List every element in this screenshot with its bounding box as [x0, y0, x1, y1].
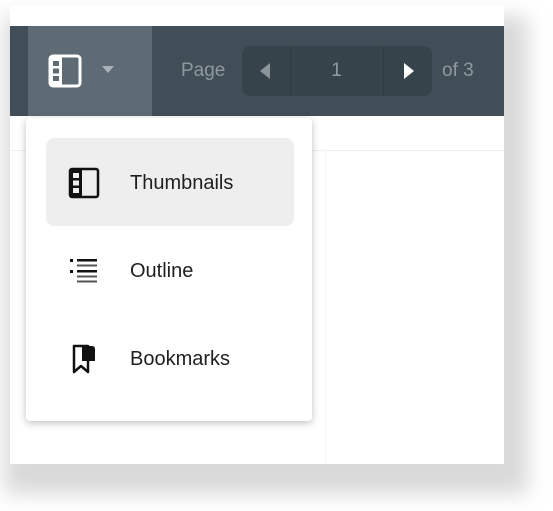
pdf-viewer-window: Page 1 of 3 Thumbnails Outline Bookmarks	[10, 5, 504, 464]
menu-item-bookmarks[interactable]: Bookmarks	[46, 314, 294, 402]
menu-item-label: Outline	[130, 260, 194, 282]
page-label: Page	[181, 60, 226, 81]
content-divider-vertical	[325, 150, 326, 464]
menu-item-label: Bookmarks	[130, 348, 231, 370]
page-count-label: of 3	[442, 60, 474, 81]
caret-down-icon[interactable]	[102, 66, 114, 73]
menu-item-thumbnails[interactable]: Thumbnails	[46, 138, 294, 226]
sidebar-toggle-button[interactable]	[28, 26, 152, 116]
sidebar-mode-dropdown: Thumbnails Outline Bookmarks	[26, 118, 312, 421]
bookmark-icon	[72, 344, 95, 374]
page-navigator: 1	[242, 46, 432, 96]
thumbnails-icon	[68, 167, 100, 199]
triangle-left-icon	[260, 63, 270, 79]
next-page-button[interactable]	[383, 46, 433, 96]
menu-item-outline[interactable]: Outline	[46, 226, 294, 314]
previous-page-button[interactable]	[242, 46, 291, 96]
menu-item-label: Thumbnails	[130, 172, 234, 194]
sidebar-panel-icon	[48, 54, 82, 88]
viewer-toolbar: Page 1 of 3	[10, 26, 504, 116]
triangle-right-icon	[404, 63, 414, 79]
page-number-input[interactable]: 1	[291, 46, 382, 96]
screenshot-stage: Page 1 of 3 Thumbnails Outline Bookmarks	[0, 0, 553, 511]
outline-icon	[70, 259, 97, 283]
